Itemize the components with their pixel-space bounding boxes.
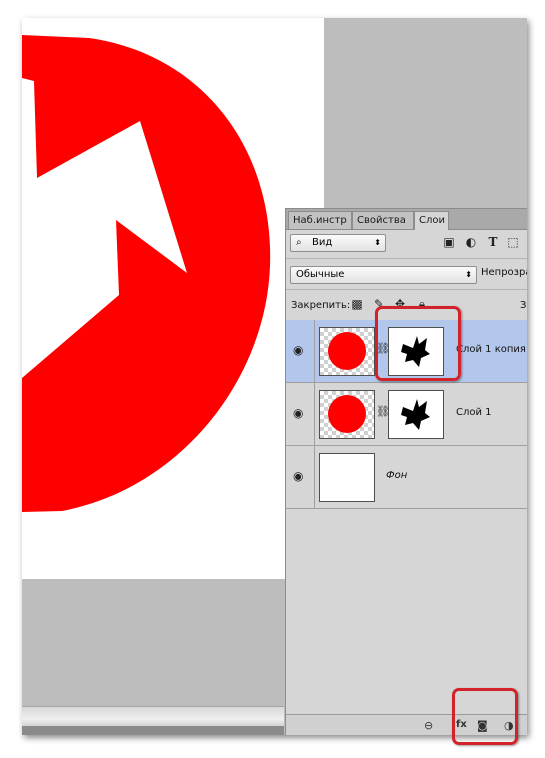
adjustment-filter-icon[interactable]: ◐ [464, 234, 478, 250]
kind-filter-select[interactable]: ⌕ Вид ⬍ [290, 234, 386, 252]
fill-label: З [520, 300, 527, 311]
red-circle-thumbnail [328, 332, 366, 370]
mask-shape [401, 399, 430, 430]
layer-mask-thumbnail[interactable] [388, 390, 444, 439]
search-icon: ⌕ [296, 237, 302, 248]
tab-layers[interactable]: Слои [414, 211, 449, 230]
tab-tool-presets[interactable]: Наб.инстр [288, 211, 352, 229]
type-filter-icon[interactable]: T [486, 234, 500, 250]
shape-filter-icon[interactable]: ⬚ [506, 234, 520, 250]
opacity-label: Непрозра [481, 267, 527, 278]
document-canvas[interactable] [22, 18, 324, 579]
canvas-scrollbar[interactable] [22, 726, 284, 735]
lock-label: Закрепить: [291, 300, 351, 311]
eye-icon: ◉ [293, 469, 304, 483]
visibility-toggle[interactable]: ◉ [286, 383, 315, 445]
spinner-arrows-icon: ⬍ [374, 238, 381, 247]
visibility-toggle[interactable]: ◉ [286, 320, 315, 382]
layer-thumbnail[interactable] [319, 327, 375, 376]
layer-row-layer1[interactable]: ◉ ⛓ Слой 1 [286, 383, 527, 446]
blend-mode-select[interactable]: Обычные ⬍ [290, 266, 477, 284]
layer-thumbnail[interactable] [319, 453, 375, 502]
mask-highlight-callout [375, 306, 461, 381]
visibility-toggle[interactable]: ◉ [286, 446, 315, 508]
blend-mode-label: Обычные [296, 269, 345, 280]
kind-filter-label: Вид [312, 237, 333, 248]
layer-name[interactable]: Слой 1 [456, 407, 492, 418]
panel-tab-bar: Наб.инстр Свойства Слои [286, 209, 527, 230]
layer-name[interactable]: Фон [386, 470, 407, 481]
red-circle-thumbnail [328, 395, 366, 433]
layers-panel: Наб.инстр Свойства Слои ⌕ Вид ⬍ ▣ ◐ T ⬚ … [285, 208, 527, 735]
add-mask-highlight-callout [452, 688, 518, 745]
spinner-arrows-icon: ⬍ [465, 270, 472, 279]
canvas-artwork [22, 35, 271, 512]
filter-row: ⌕ Вид ⬍ ▣ ◐ T ⬚ ▤ [286, 230, 527, 257]
layer-thumbnail[interactable] [319, 390, 375, 439]
blend-row: Обычные ⬍ Непрозра [286, 258, 527, 289]
layer-name[interactable]: Слой 1 копия [456, 344, 526, 355]
tab-properties[interactable]: Свойства [352, 211, 414, 229]
eye-icon: ◉ [293, 406, 304, 420]
canvas-status-strip [22, 706, 284, 727]
lock-transparency-icon[interactable]: ▩ [350, 297, 364, 311]
eye-icon: ◉ [293, 343, 304, 357]
link-layers-icon[interactable]: ⊖ [424, 719, 433, 732]
layer-row-background[interactable]: ◉ Фон [286, 446, 527, 509]
image-filter-icon[interactable]: ▣ [442, 234, 456, 250]
